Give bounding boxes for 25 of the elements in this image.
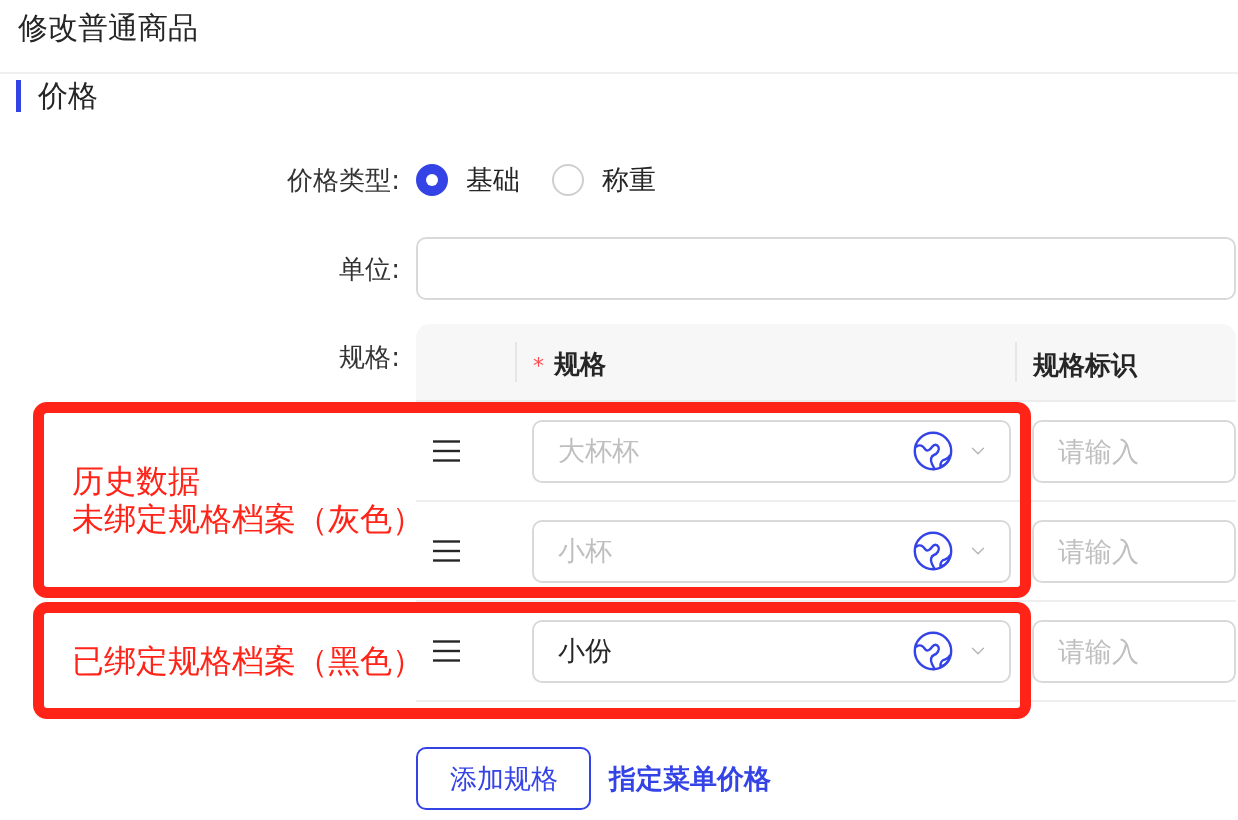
drag-handle-icon[interactable] bbox=[433, 440, 460, 462]
field-label: 单位: bbox=[339, 252, 400, 286]
annotation-note: 历史数据 未绑定规格档案（灰色） bbox=[72, 462, 424, 538]
section-title: 价格 bbox=[16, 80, 98, 112]
page-title: 修改普通商品 bbox=[18, 9, 198, 47]
radio-button[interactable] bbox=[416, 164, 448, 196]
globe-icon[interactable] bbox=[913, 431, 953, 471]
radio-label[interactable]: 称重 bbox=[602, 162, 656, 198]
globe-icon[interactable] bbox=[913, 531, 953, 571]
identifier-input[interactable]: 请输入 bbox=[1032, 419, 1236, 483]
field-label: 价格类型: bbox=[287, 164, 400, 197]
drag-handle-icon[interactable] bbox=[433, 640, 460, 662]
column-header: * 规格 bbox=[533, 348, 606, 381]
add-spec-button[interactable]: 添加规格 bbox=[416, 747, 591, 810]
field-label: 规格: bbox=[339, 341, 400, 374]
globe-icon[interactable] bbox=[913, 631, 953, 671]
menu-price-link[interactable]: 指定菜单价格 bbox=[609, 760, 771, 797]
identifier-input[interactable]: 请输入 bbox=[1032, 619, 1236, 683]
drag-handle-icon[interactable] bbox=[433, 540, 460, 562]
annotation-note: 已绑定规格档案（黑色） bbox=[72, 641, 424, 680]
column-header: 规格标识 bbox=[1033, 349, 1137, 382]
unit-input[interactable] bbox=[416, 237, 1236, 300]
spec-select[interactable]: 小份 bbox=[532, 619, 1011, 683]
identifier-input[interactable]: 请输入 bbox=[1032, 519, 1236, 583]
radio-label[interactable]: 基础 bbox=[466, 162, 520, 198]
